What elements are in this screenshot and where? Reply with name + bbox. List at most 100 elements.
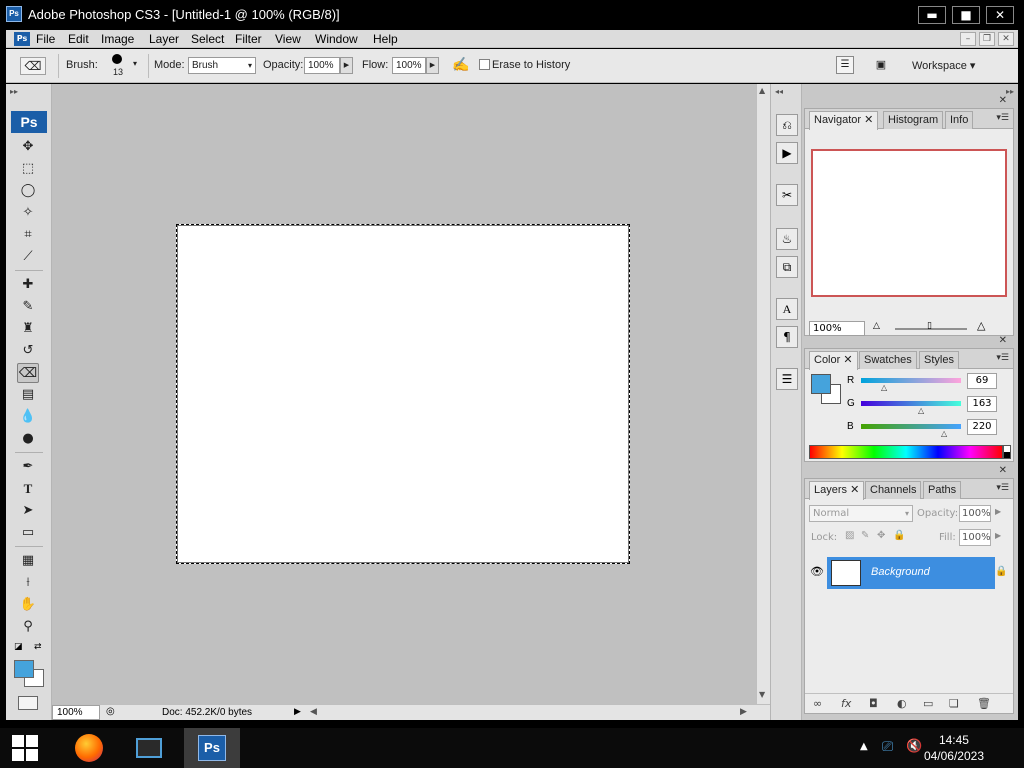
history-panel-icon[interactable]: ⎌ xyxy=(776,114,798,136)
lock-image-icon[interactable]: ✎ xyxy=(861,530,869,541)
tab-paths[interactable]: Paths xyxy=(923,481,962,499)
network-icon[interactable]: ⎚ xyxy=(882,739,893,755)
menu-image[interactable]: Image xyxy=(101,32,134,46)
menu-window[interactable]: Window xyxy=(315,32,358,46)
delete-layer-icon[interactable]: 🗑 xyxy=(977,697,991,710)
flow-input[interactable]: 100% xyxy=(392,57,426,74)
menu-view[interactable]: View xyxy=(275,32,301,46)
photoshop-taskbar-button[interactable]: Ps xyxy=(184,728,240,768)
panel-menu-icon[interactable]: ▾☰ xyxy=(996,353,1009,363)
slider-thumb-icon[interactable]: ▯ xyxy=(927,321,932,331)
layer-comps-panel-icon[interactable]: ☰ xyxy=(776,368,798,390)
brush-dropdown-icon[interactable]: ▾ xyxy=(133,59,137,68)
slider-thumb-icon[interactable]: △ xyxy=(941,429,947,438)
bridge-icon[interactable]: ▣ xyxy=(870,56,892,74)
start-button[interactable] xyxy=(0,728,50,768)
pen-tool-icon[interactable]: ✒ xyxy=(17,457,39,477)
panel-menu-icon[interactable]: ▾☰ xyxy=(996,483,1009,493)
flow-arrow-button[interactable]: ▶ xyxy=(426,57,439,74)
slider-thumb-icon[interactable]: △ xyxy=(881,383,887,392)
ps-menu-icon[interactable]: Ps xyxy=(14,32,30,46)
menu-file[interactable]: File xyxy=(36,32,55,46)
minimize-button[interactable]: ▬ xyxy=(918,6,946,24)
photoshop-app-icon[interactable]: Ps xyxy=(6,6,22,22)
crop-tool-icon[interactable]: ⌗ xyxy=(17,225,39,245)
eye-icon[interactable]: 👁 xyxy=(809,565,825,581)
doc-restore-button[interactable]: ❐ xyxy=(979,32,995,46)
adjustment-layer-icon[interactable]: ◐ xyxy=(897,697,907,710)
blend-mode-select[interactable]: Normal ▾ xyxy=(809,505,913,522)
magic-wand-tool-icon[interactable]: ✧ xyxy=(17,203,39,223)
panel-close-icon[interactable]: ✕ xyxy=(999,95,1007,106)
layer-opacity-input[interactable]: 100% xyxy=(959,505,991,522)
erase-to-history-checkbox[interactable] xyxy=(479,59,490,70)
lock-transparent-icon[interactable]: ▨ xyxy=(845,530,854,541)
menu-select[interactable]: Select xyxy=(191,32,224,46)
layer-mask-icon[interactable]: ◘ xyxy=(869,697,878,710)
brush-tool-icon[interactable]: ✎ xyxy=(17,297,39,317)
tab-histogram[interactable]: Histogram xyxy=(883,111,944,129)
link-layers-icon[interactable]: ∞ xyxy=(813,697,822,710)
eyedropper-tool-icon[interactable]: ⟊ xyxy=(17,573,39,593)
toolbox-grip-icon[interactable]: ▸▸ xyxy=(10,87,18,96)
dock-collapse-icon[interactable]: ◂◂ xyxy=(775,87,783,96)
channel-b-input[interactable]: 220 xyxy=(967,419,997,435)
tool-presets-panel-icon[interactable]: ✂ xyxy=(776,184,798,206)
path-selection-tool-icon[interactable]: ➤ xyxy=(17,501,39,521)
tool-presets-icon[interactable]: ☰ xyxy=(836,56,854,74)
navigator-preview[interactable] xyxy=(811,149,1007,297)
zoom-input[interactable]: 100% xyxy=(52,705,100,720)
paragraph-panel-icon[interactable]: ¶ xyxy=(776,326,798,348)
fill-input[interactable]: 100% xyxy=(959,529,991,546)
document-canvas[interactable] xyxy=(176,224,630,564)
tab-styles[interactable]: Styles xyxy=(919,351,959,369)
zoom-tool-icon[interactable]: ⚲ xyxy=(17,617,39,637)
eraser-tool-icon[interactable]: ⌫ xyxy=(17,363,39,383)
marquee-tool-icon[interactable]: ⬚ xyxy=(17,159,39,179)
menu-edit[interactable]: Edit xyxy=(68,32,89,46)
tab-color[interactable]: Color ✕ xyxy=(809,351,858,370)
firefox-taskbar-button[interactable] xyxy=(64,728,114,768)
workspace-button[interactable]: Workspace ▾ xyxy=(912,59,975,72)
lasso-tool-icon[interactable]: ◯ xyxy=(17,181,39,201)
opacity-arrow-button[interactable]: ▶ xyxy=(340,57,353,74)
tab-channels[interactable]: Channels xyxy=(865,481,922,499)
slider-thumb-icon[interactable]: △ xyxy=(918,406,924,415)
status-menu-arrow-icon[interactable]: ▶ xyxy=(294,706,301,717)
opacity-input[interactable]: 100% xyxy=(304,57,340,74)
layer-style-icon[interactable]: fx xyxy=(841,697,851,710)
tab-layers[interactable]: Layers ✕ xyxy=(809,481,865,500)
character-panel-icon[interactable]: A xyxy=(776,298,798,320)
lock-position-icon[interactable]: ✥ xyxy=(877,530,885,541)
menu-layer[interactable]: Layer xyxy=(149,32,179,46)
new-layer-icon[interactable]: ❏ xyxy=(949,697,959,710)
scroll-left-icon[interactable]: ◀ xyxy=(310,706,317,717)
eraser-preset-icon[interactable]: ⌫ xyxy=(20,57,46,75)
menu-help[interactable]: Help xyxy=(373,32,398,46)
default-colors-icon[interactable]: ◪ xyxy=(14,642,23,652)
tab-info[interactable]: Info xyxy=(945,111,974,129)
layer-item-background[interactable]: Background 🔒 xyxy=(827,557,1007,589)
gradient-tool-icon[interactable]: ▤ xyxy=(17,385,39,405)
channel-g-input[interactable]: 163 xyxy=(967,396,997,412)
new-group-icon[interactable]: ▭ xyxy=(923,697,933,710)
color-foreground-swatch[interactable] xyxy=(811,374,831,394)
tray-expand-icon[interactable]: ▲ xyxy=(860,741,868,752)
swap-colors-icon[interactable]: ⇄ xyxy=(34,642,42,652)
color-spectrum[interactable] xyxy=(809,445,1003,459)
clone-source-panel-icon[interactable]: ⧉ xyxy=(776,256,798,278)
opacity-arrow-icon[interactable]: ▶ xyxy=(995,507,1001,516)
history-brush-tool-icon[interactable]: ↺ xyxy=(17,341,39,361)
brushes-panel-icon[interactable]: ♨ xyxy=(776,228,798,250)
panel-menu-icon[interactable]: ▾☰ xyxy=(996,113,1009,123)
slice-tool-icon[interactable]: ⟋ xyxy=(17,247,39,267)
channel-r-slider[interactable] xyxy=(861,378,961,383)
zoom-in-icon[interactable]: △ xyxy=(977,319,985,332)
rectangle-tool-icon[interactable]: ▭ xyxy=(17,523,39,543)
panel-close-icon[interactable]: ✕ xyxy=(999,465,1007,476)
brush-dot-icon[interactable] xyxy=(112,54,122,64)
zoom-out-icon[interactable]: △ xyxy=(873,321,880,331)
blur-tool-icon[interactable]: 💧 xyxy=(17,407,39,427)
airbrush-icon[interactable]: ✍ xyxy=(450,56,472,76)
notes-tool-icon[interactable]: ▦ xyxy=(17,551,39,571)
